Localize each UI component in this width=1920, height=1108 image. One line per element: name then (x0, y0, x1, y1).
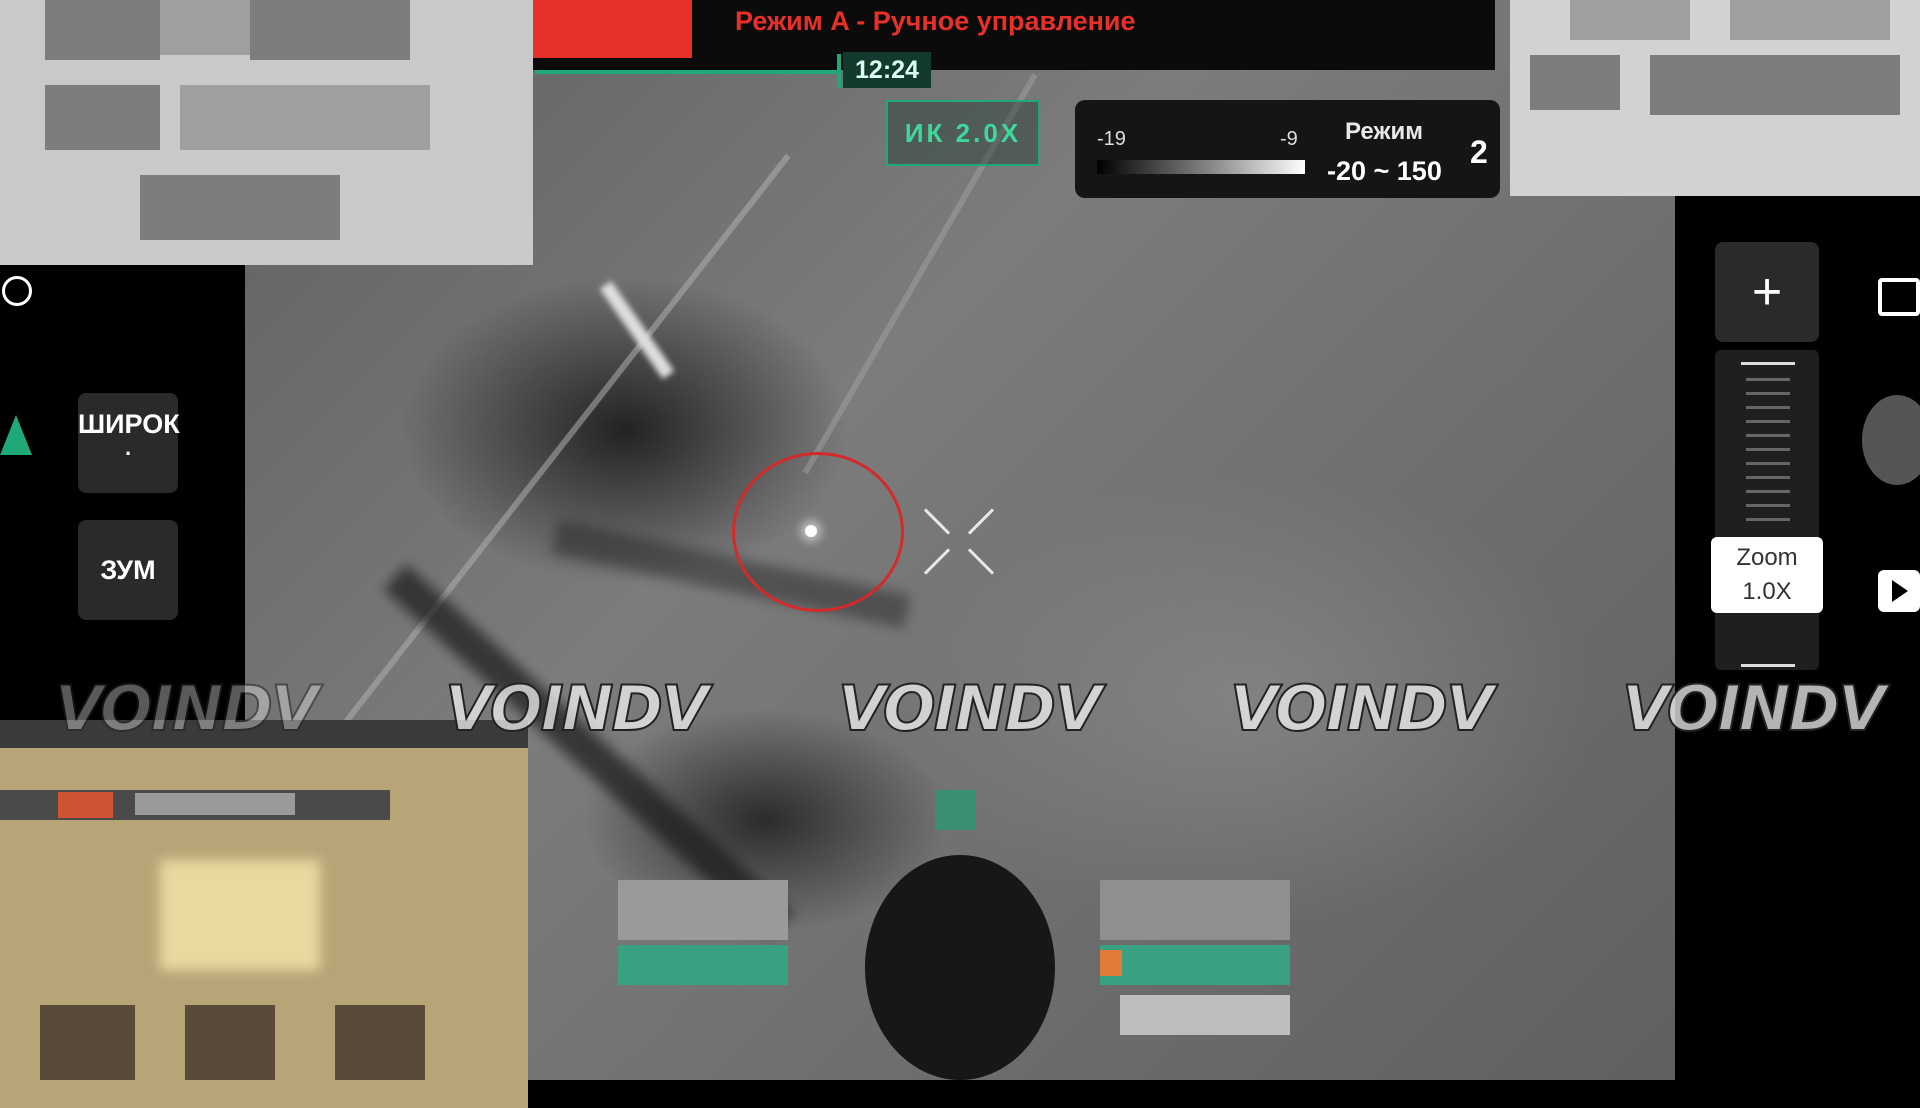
watermark: VOINDV (1229, 671, 1495, 746)
censored-block (1530, 55, 1620, 110)
recording-indicator (530, 0, 692, 58)
thermal-range-panel[interactable]: -19 -9 Режим -20 ~ 150 2 (1075, 100, 1500, 198)
zoom-slider[interactable] (1715, 350, 1819, 670)
censored-panel-top-left (0, 0, 533, 265)
mode-title: Режим A - Ручное управление (735, 6, 1136, 36)
wide-view-dot: . (124, 435, 132, 460)
zoom-tick (1746, 504, 1790, 507)
time-label: 12:24 (843, 52, 931, 88)
censored-block (58, 792, 113, 818)
play-icon[interactable] (1878, 570, 1920, 612)
watermark: VOINDV (1621, 671, 1887, 746)
zoom-tick (1746, 518, 1790, 521)
zoom-plus-button[interactable]: + (1715, 242, 1819, 342)
thermal-range-value: -20 ~ 150 (1327, 156, 1442, 186)
watermark: VOINDV (54, 671, 320, 746)
censored-block (45, 85, 160, 150)
censored-block (185, 1005, 275, 1080)
wide-view-button[interactable]: ШИРОК . (78, 393, 180, 493)
photo-mode-icon[interactable] (1878, 278, 1920, 316)
zoom-tick (1741, 362, 1795, 365)
censored-panel-top-right (1510, 0, 1920, 196)
compass-icon[interactable] (2, 276, 32, 306)
censored-block (135, 793, 295, 815)
censored-block (1120, 995, 1290, 1035)
zoom-tick (1741, 664, 1795, 667)
thermal-mode-number: 2 (1470, 134, 1488, 170)
ir-zoom-badge[interactable]: ИК 2.0X (886, 100, 1040, 166)
zoom-title: Zoom (1736, 544, 1798, 571)
zoom-tick (1746, 420, 1790, 423)
nav-arrow-icon (0, 415, 32, 455)
censored-block (250, 0, 410, 60)
zoom-tick (1746, 490, 1790, 493)
timeline-knob[interactable] (837, 54, 841, 88)
target-lock-circle (732, 452, 904, 612)
censored-block (1570, 0, 1690, 40)
censored-block (45, 0, 160, 60)
thermal-gradient-bar (1097, 160, 1305, 174)
crosshair-icon (920, 502, 998, 580)
zoom-tick (1746, 476, 1790, 479)
thermal-mode-label: Режим (1345, 118, 1423, 145)
thermal-max-label: -9 (1280, 128, 1298, 150)
censored-block (160, 0, 250, 55)
censored-block (40, 1005, 135, 1080)
censored-block (618, 945, 788, 985)
censored-block (335, 1005, 425, 1080)
censored-block (865, 855, 1055, 1080)
censored-block (618, 880, 788, 940)
watermark: VOINDV (837, 671, 1103, 746)
watermark: VOINDV (444, 671, 710, 746)
zoom-value: 1.0X (1742, 578, 1792, 605)
censored-block (1100, 880, 1290, 940)
censored-block (1100, 950, 1122, 976)
zoom-tick (1746, 406, 1790, 409)
zoom-tick (1746, 434, 1790, 437)
censored-block (1100, 945, 1290, 985)
heat-signature (805, 525, 817, 537)
censored-block (1730, 0, 1890, 40)
zoom-readout[interactable]: Zoom 1.0X (1711, 537, 1823, 613)
zoom-tick (1746, 378, 1790, 381)
hot-spot-streak (599, 280, 675, 380)
thermal-min-label: -19 (1097, 128, 1126, 150)
zoom-mode-button[interactable]: ЗУМ (78, 520, 178, 620)
censored-block (935, 790, 975, 830)
censored-bright-area (160, 860, 320, 970)
censored-block (140, 175, 340, 240)
zoom-tick (1746, 462, 1790, 465)
censored-block (1650, 55, 1900, 115)
timeline-progress[interactable] (535, 70, 840, 74)
zoom-tick (1746, 392, 1790, 395)
zoom-tick (1746, 448, 1790, 451)
censored-block (180, 85, 430, 150)
